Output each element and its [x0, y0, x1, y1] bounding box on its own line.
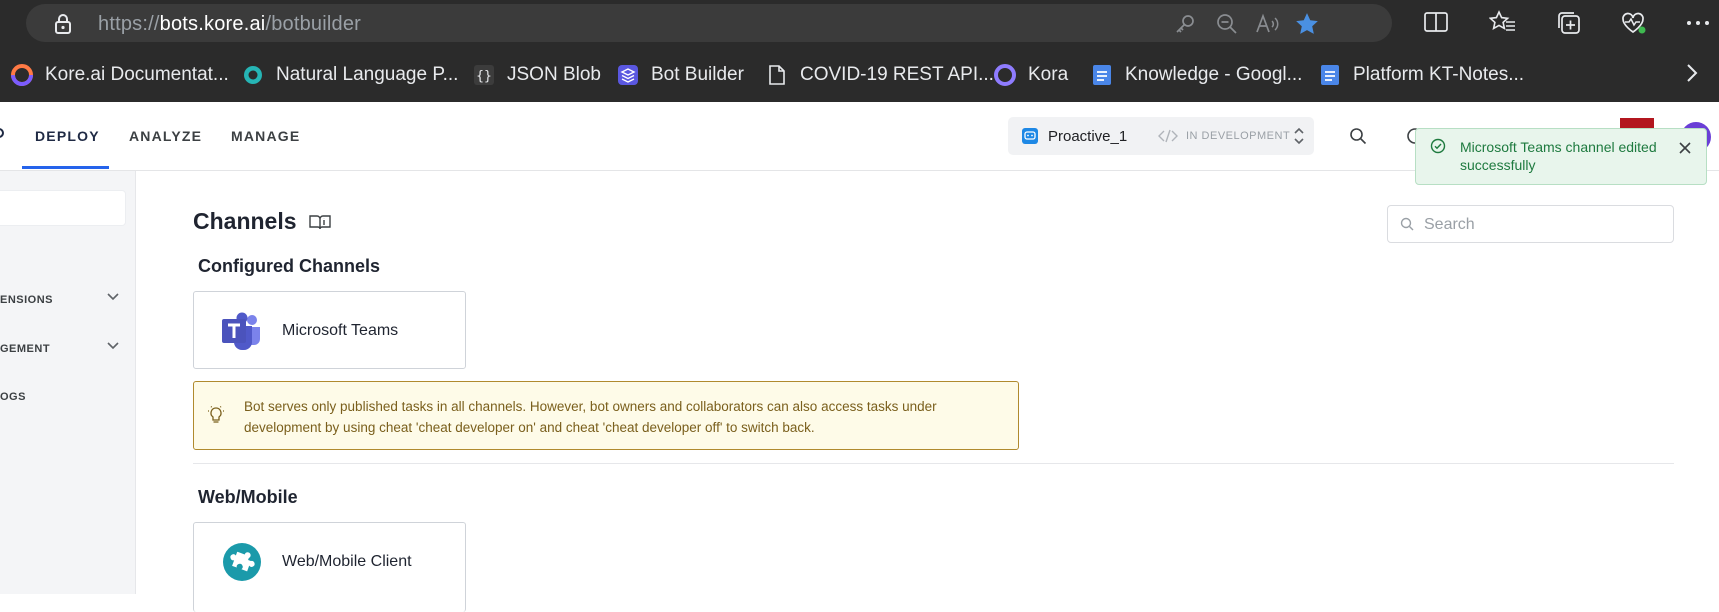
header-search-icon[interactable] — [1349, 127, 1367, 150]
bookmark-label: Kora — [1028, 64, 1069, 85]
more-icon[interactable] — [1686, 14, 1710, 32]
bot-status-badge: IN DEVELOPMENT — [1158, 129, 1290, 143]
web-mobile-heading: Web/Mobile — [198, 487, 298, 507]
active-tab-indicator — [22, 166, 109, 169]
zoom-out-icon[interactable] — [1215, 12, 1239, 41]
sidebar-item-extensions[interactable]: ENSIONS — [0, 292, 120, 306]
bookmark-knowledge[interactable]: Knowledge - Googl... — [1091, 62, 1302, 88]
chevron-down-icon[interactable] — [106, 292, 120, 305]
kora-icon — [994, 64, 1016, 86]
key-icon[interactable] — [1174, 13, 1196, 40]
favorite-star-icon[interactable] — [1294, 11, 1320, 42]
bot-name: Proactive_1 — [1048, 127, 1128, 145]
split-screen-icon[interactable] — [1423, 10, 1449, 39]
toast-message: Microsoft Teams channel edited successfu… — [1460, 139, 1657, 173]
bot-selector[interactable]: Proactive_1 IN DEVELOPMENT — [1008, 117, 1314, 155]
tab-deploy[interactable]: DEPLOY — [35, 102, 100, 170]
code-icon — [1158, 129, 1178, 143]
google-docs-icon — [1091, 64, 1113, 86]
sidebar-item-label: GEMENT — [0, 343, 51, 355]
tab-label: DEPLOY — [35, 128, 100, 144]
channel-label: Microsoft Teams — [282, 322, 399, 339]
tab-manage[interactable]: MANAGE — [231, 102, 300, 170]
browser-essentials-icon[interactable] — [1620, 10, 1648, 41]
close-icon[interactable] — [1678, 141, 1692, 160]
favorites-icon[interactable] — [1488, 10, 1517, 39]
svg-text:{}: {} — [476, 69, 492, 84]
bot-status-text: IN DEVELOPMENT — [1186, 130, 1291, 142]
page-title: Channels — [193, 208, 297, 234]
lightbulb-icon — [208, 405, 224, 430]
bookmark-bot-builder[interactable]: Bot Builder — [617, 62, 744, 88]
browser-chrome: https://bots.kore.ai/botbuilder Kore.ai … — [0, 0, 1719, 102]
chevron-right-icon[interactable] — [1685, 62, 1699, 89]
channel-label: Web/Mobile Client — [282, 553, 412, 570]
bookmarks-bar: Kore.ai Documentat... Natural Language P… — [0, 56, 1719, 92]
sidebar-item-logs[interactable]: OGS — [0, 391, 120, 403]
bookmark-covid-api[interactable]: COVID-19 REST API... — [766, 62, 994, 88]
page-icon — [766, 64, 788, 86]
bookmark-kore-docs[interactable]: Kore.ai Documentat... — [11, 62, 229, 88]
success-toast: Microsoft Teams channel edited successfu… — [1415, 128, 1707, 185]
bookmark-json-blob[interactable]: {} JSON Blob — [473, 62, 601, 88]
bookmark-platform-kt[interactable]: Platform KT-Notes... — [1319, 62, 1524, 88]
nlp-icon — [242, 64, 264, 86]
info-banner: Bot serves only published tasks in all c… — [193, 381, 1019, 450]
search-icon — [1400, 217, 1414, 231]
sidebar-item-label: ENSIONS — [0, 294, 54, 306]
json-blob-icon: {} — [473, 64, 495, 86]
bookmark-label: Knowledge - Googl... — [1125, 64, 1303, 85]
tab-label: ANALYZE — [129, 128, 203, 144]
sidebar-item-management[interactable]: GEMENT — [0, 341, 120, 355]
bookmark-label: Platform KT-Notes... — [1353, 64, 1525, 85]
bot-logo-icon — [1022, 128, 1038, 144]
sidebar-search-input[interactable] — [0, 190, 126, 226]
sort-arrows-icon — [1294, 126, 1304, 151]
sidebar-item-label: OGS — [0, 391, 26, 403]
read-aloud-icon[interactable] — [1255, 12, 1281, 41]
bookmark-label: COVID-19 REST API... — [800, 64, 994, 85]
tab-label: MANAGE — [231, 128, 301, 144]
documentation-book-icon[interactable] — [309, 213, 331, 236]
bookmark-label: JSON Blob — [507, 64, 601, 85]
channel-card-web-mobile-client[interactable]: Web/Mobile Client — [193, 522, 466, 612]
sidebar: ENSIONS GEMENT OGS — [0, 171, 136, 594]
lock-icon[interactable] — [54, 13, 72, 40]
channel-card-microsoft-teams[interactable]: Microsoft Teams — [193, 291, 466, 369]
collections-icon[interactable] — [1556, 10, 1582, 41]
bookmark-kora[interactable]: Kora — [994, 62, 1068, 88]
bookmark-label: Natural Language P... — [276, 64, 459, 85]
info-message: Bot serves only published tasks in all c… — [244, 399, 937, 435]
chevron-down-icon[interactable] — [106, 341, 120, 354]
bookmark-label: Bot Builder — [651, 64, 744, 85]
search-input[interactable] — [1422, 214, 1666, 236]
bot-builder-icon — [617, 64, 639, 86]
bookmark-label: Kore.ai Documentat... — [45, 64, 229, 85]
web-mobile-client-icon — [222, 542, 262, 587]
channel-search[interactable] — [1387, 205, 1674, 243]
address-bar[interactable]: https://bots.kore.ai/botbuilder — [26, 4, 1392, 42]
url-text[interactable]: https://bots.kore.ai/botbuilder — [98, 13, 361, 36]
tab-analyze[interactable]: ANALYZE — [129, 102, 202, 170]
kore-docs-icon — [11, 64, 33, 86]
microsoft-teams-icon — [222, 311, 262, 356]
check-circle-icon — [1430, 138, 1446, 159]
bookmark-nlp[interactable]: Natural Language P... — [242, 62, 458, 88]
google-docs-icon — [1319, 64, 1341, 86]
section-divider — [193, 463, 1674, 464]
configured-channels-heading: Configured Channels — [198, 256, 381, 276]
